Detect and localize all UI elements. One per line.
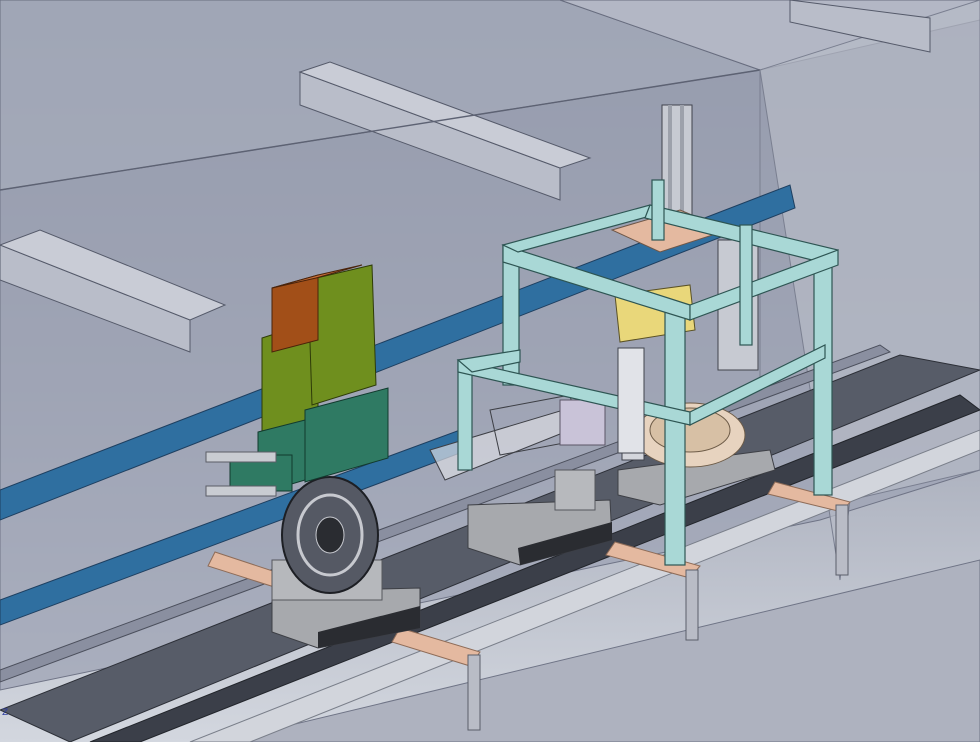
triad-axis-label: Z: [2, 708, 8, 718]
cad-viewport[interactable]: Z: [0, 0, 980, 742]
